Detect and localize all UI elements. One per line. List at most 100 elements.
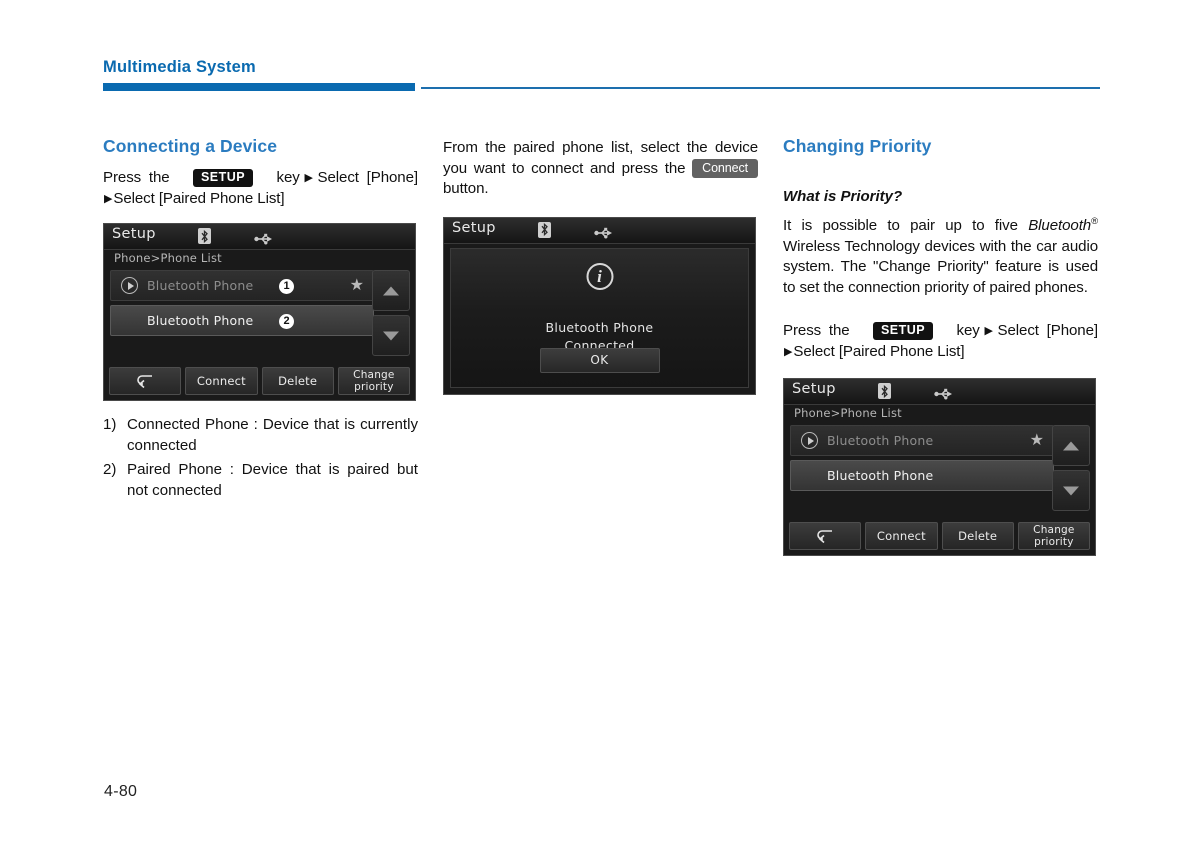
- instruction-pre-text: Press the: [103, 169, 170, 186]
- column-left: Connecting a Device Press the SETUP key▶…: [103, 136, 418, 504]
- callout-badge-2: 2: [279, 314, 294, 329]
- back-button[interactable]: [109, 367, 182, 395]
- star-icon: ★: [349, 275, 364, 294]
- change-priority-line2: priority: [1034, 536, 1074, 549]
- registered-mark: ®: [1091, 216, 1098, 227]
- instruction-mid-text: key: [276, 169, 300, 186]
- note-marker-2: 2): [103, 461, 117, 478]
- list-item-connected-phone[interactable]: Bluetooth Phone ★: [790, 425, 1054, 457]
- priority-text-part1: It is possible to pair up to five: [783, 217, 1029, 235]
- device-title: Setup: [452, 219, 496, 236]
- page-title: Multimedia System: [103, 58, 256, 76]
- callout-badge-1: 1: [279, 279, 294, 294]
- scroll-down-button[interactable]: [372, 315, 410, 356]
- instruction-paragraph-3: Press the SETUP key▶Select [Phone] ▶Sele…: [783, 321, 1098, 362]
- header-rule-thin: [421, 87, 1100, 89]
- list-item-paired-phone[interactable]: Bluetooth Phone: [790, 460, 1054, 492]
- connect-button[interactable]: Connect: [865, 522, 938, 551]
- page-header: Multimedia System: [103, 58, 1100, 94]
- instruction-tail-text: Select [Paired Phone List]: [793, 342, 965, 360]
- scroll-controls: [1052, 425, 1090, 515]
- instruction-paragraph-1: Press the SETUP key▶Select [Phone] ▶Sele…: [103, 168, 418, 209]
- instruction-paragraph-2: From the paired phone list, select the d…: [443, 138, 758, 200]
- usb-icon: [934, 385, 954, 400]
- connect-button[interactable]: Connect: [185, 367, 258, 395]
- priority-text-part2: Wireless Technology devices with the car…: [783, 237, 1098, 296]
- setup-key-badge: SETUP: [872, 322, 934, 341]
- priority-paragraph: It is possible to pair up to five Blueto…: [783, 212, 1098, 298]
- list-item-label: Bluetooth Phone: [827, 433, 934, 449]
- instruction-pre-text: Press the: [783, 322, 850, 340]
- ok-button[interactable]: OK: [539, 347, 660, 373]
- page-number: 4-80: [104, 783, 138, 800]
- connect-instruction-post: button.: [443, 180, 489, 197]
- info-icon: i: [586, 262, 613, 290]
- column-right: Changing Priority What is Priority? It i…: [783, 136, 1098, 557]
- device-breadcrumb: Phone>Phone List: [114, 251, 222, 265]
- bluetooth-icon: [538, 221, 551, 238]
- phone-list: Bluetooth Phone ★ Bluetooth Phone: [790, 425, 1054, 495]
- list-item-paired-phone[interactable]: Bluetooth Phone 2: [110, 305, 374, 336]
- play-icon: [121, 277, 138, 294]
- note-marker-1: 1): [103, 416, 117, 433]
- header-rule-thick: [103, 83, 415, 91]
- bluetooth-word: Bluetooth: [1028, 217, 1092, 235]
- instruction-mid-text: key: [956, 322, 980, 340]
- device-topbar: Setup: [104, 224, 415, 250]
- usb-icon: [594, 224, 614, 238]
- device-title: Setup: [792, 381, 836, 398]
- subsection-title-what-is-priority: What is Priority?: [783, 188, 903, 205]
- device-topbar: Setup: [784, 379, 1095, 406]
- change-priority-line1: Change: [353, 369, 395, 381]
- change-priority-button[interactable]: Change priority: [1017, 522, 1090, 551]
- back-arrow-icon: [137, 375, 153, 388]
- list-item-label: Bluetooth Phone: [147, 278, 254, 293]
- device-screenshot-change-priority: Setup Phone>Phone List Bluetooth Phone ★…: [783, 378, 1096, 557]
- change-priority-line2: priority: [354, 381, 394, 393]
- dialog-panel: i Bluetooth Phone Connected OK: [450, 247, 749, 388]
- connect-button-badge: Connect: [692, 158, 759, 178]
- dialog-message-line1: Bluetooth Phone: [545, 319, 654, 335]
- bluetooth-trademark: Bluetooth®: [1028, 216, 1098, 235]
- note-list: 1) Connected Phone : Device that is curre…: [103, 414, 418, 501]
- change-priority-button[interactable]: Change priority: [337, 367, 410, 395]
- change-priority-line1: Change: [1033, 524, 1075, 537]
- note-text-2: Paired Phone : Device that is paired but…: [127, 461, 418, 499]
- device-breadcrumb: Phone>Phone List: [794, 406, 902, 421]
- instruction-tail-text: Select [Paired Phone List]: [113, 189, 285, 207]
- device-title: Setup: [112, 226, 156, 242]
- instruction-post-text: Select [Phone]: [997, 322, 1099, 340]
- note-text-1: Connected Phone : Device that is current…: [127, 416, 418, 454]
- triangle-up-icon: [1063, 441, 1079, 451]
- column-middle: From the paired phone list, select the d…: [443, 136, 758, 395]
- back-button[interactable]: [789, 522, 862, 551]
- back-arrow-icon: [817, 530, 833, 544]
- list-item: 1) Connected Phone : Device that is curre…: [103, 414, 418, 456]
- device-screenshot-paired-phone-list: Setup Phone>Phone List Bluetooth Phone 1…: [103, 223, 416, 401]
- device-topbar: Setup: [444, 217, 755, 244]
- setup-key-badge: SETUP: [192, 169, 254, 187]
- scroll-up-button[interactable]: [1052, 425, 1090, 467]
- device-screenshot-connected-dialog: Setup i Bluetooth Phone Connected OK: [443, 216, 756, 395]
- delete-button[interactable]: Delete: [261, 367, 334, 395]
- chevron-right-icon: ▶: [980, 325, 997, 338]
- list-item: 2) Paired Phone : Device that is paired b…: [103, 459, 418, 501]
- section-title-changing-priority: Changing Priority: [783, 136, 932, 156]
- triangle-up-icon: [383, 286, 399, 295]
- list-item-connected-phone[interactable]: Bluetooth Phone 1 ★: [110, 270, 374, 301]
- phone-list: Bluetooth Phone 1 ★ Bluetooth Phone 2: [110, 270, 374, 340]
- section-title-connecting-a-device: Connecting a Device: [103, 136, 278, 156]
- triangle-down-icon: [383, 331, 399, 340]
- scroll-down-button[interactable]: [1052, 470, 1090, 512]
- scroll-up-button[interactable]: [372, 270, 410, 311]
- play-icon: [801, 432, 818, 450]
- scroll-controls: [372, 270, 410, 360]
- delete-button[interactable]: Delete: [941, 522, 1014, 551]
- bluetooth-icon: [878, 383, 891, 400]
- star-icon: ★: [1029, 430, 1044, 450]
- chevron-right-icon-2: ▶: [784, 345, 793, 358]
- device-button-bar: Connect Delete Change priority: [109, 367, 410, 395]
- triangle-down-icon: [1063, 486, 1079, 496]
- list-item-label: Bluetooth Phone: [147, 313, 254, 328]
- instruction-post-text: Select [Phone]: [317, 169, 419, 186]
